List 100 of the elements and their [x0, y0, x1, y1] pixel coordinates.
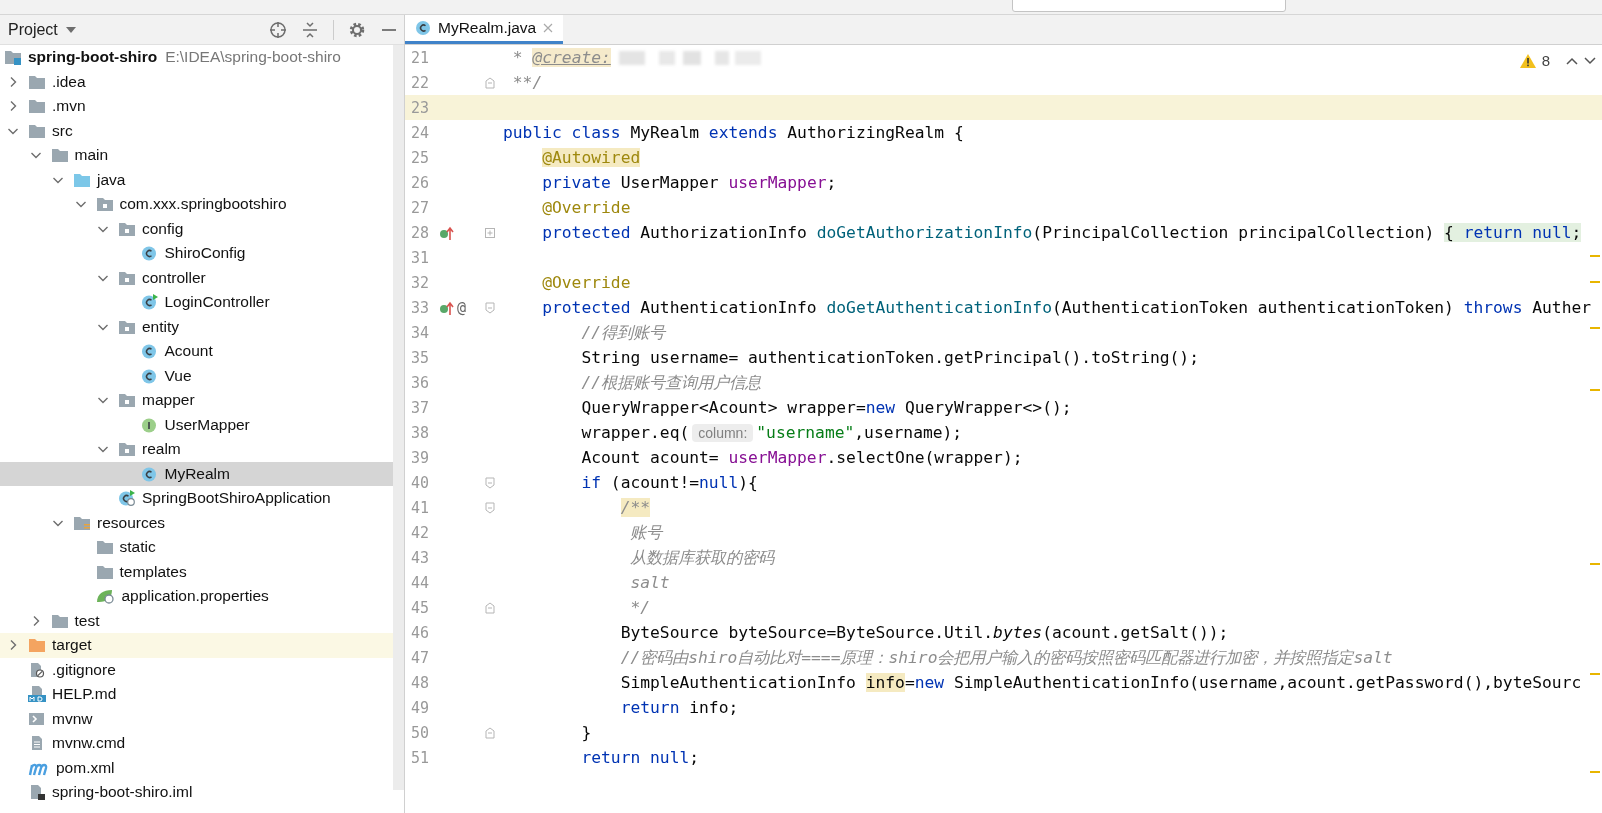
- tree-row[interactable]: java: [0, 167, 393, 192]
- code-line: */: [629, 598, 651, 617]
- scrollbar[interactable]: [393, 45, 404, 790]
- tree-row[interactable]: SpringBootShiroApplication: [0, 486, 393, 511]
- leaf-gear-icon: [95, 588, 116, 605]
- code-line: 从数据库获取的密码: [629, 546, 775, 569]
- fold-marker-icon[interactable]: [485, 76, 495, 89]
- folder-icon: [95, 563, 114, 580]
- tree-row[interactable]: HELP.md: [0, 682, 393, 707]
- code-line: **/: [511, 73, 543, 92]
- tree-item-label: target: [52, 636, 92, 655]
- tree-item-label: src: [52, 121, 73, 140]
- tree-row[interactable]: spring-boot-shiro.iml: [0, 780, 393, 805]
- package-icon: [118, 441, 136, 458]
- tree-row[interactable]: entity: [0, 314, 393, 339]
- tree-item-label: entity: [142, 317, 180, 336]
- tree-row[interactable]: Vue: [0, 363, 393, 388]
- warning-icon[interactable]: [1519, 53, 1536, 68]
- tree-row[interactable]: test: [0, 608, 393, 633]
- tree-row[interactable]: com.xxx.springbootshiro: [0, 192, 393, 217]
- tree-row[interactable]: Acount: [0, 339, 393, 364]
- line-number: 36: [410, 373, 431, 392]
- tree-item-label: SpringBootShiroApplication: [142, 489, 331, 508]
- tree-item-label: templates: [119, 562, 187, 581]
- tree-row[interactable]: controller: [0, 265, 393, 290]
- chevron-up-icon[interactable]: [1566, 56, 1578, 65]
- fold-marker-icon[interactable]: [485, 476, 495, 489]
- tree-item-label: Vue: [164, 366, 192, 385]
- tree-item-label: ShiroConfig: [164, 244, 246, 263]
- tree-row[interactable]: resources: [0, 510, 393, 535]
- line-number: 34: [410, 323, 431, 342]
- code-line: public class MyRealm extends AuthorizingRealm {: [503, 123, 964, 142]
- tree-row[interactable]: UserMapper: [0, 412, 393, 437]
- code-line: String username= authenticationToken.getPrincipal().toString();: [580, 348, 1199, 367]
- code-line: //密码由shiro自动比对====原理：shiro会把用户输入的密码按照密码匹配器进行加密，并按照指定salt: [619, 646, 1393, 669]
- class-icon: [415, 20, 431, 36]
- code-line: * @create:: [503, 47, 771, 68]
- code-line: wrapper.eq( column: "username",username);: [580, 423, 963, 442]
- line-number: 37: [410, 398, 431, 417]
- terminal-file-icon: [28, 710, 46, 727]
- code-line: 账号: [629, 521, 663, 544]
- tree-row[interactable]: .mvn: [0, 94, 393, 119]
- tab-label: MyRealm.java: [438, 19, 537, 37]
- line-number: 26: [410, 173, 431, 192]
- tree-row[interactable]: target: [0, 633, 393, 658]
- line-number: 47: [410, 648, 431, 667]
- line-number: 42: [410, 523, 431, 542]
- line-number: 48: [410, 673, 431, 692]
- gutter-mark[interactable]: @: [457, 298, 467, 317]
- run-config-field[interactable]: [1012, 0, 1286, 12]
- code-line: QueryWrapper<Acount> wrapper=new QueryWrapper<>();: [580, 398, 1072, 417]
- tree-row[interactable]: MyRealm: [0, 461, 393, 486]
- line-number: 22: [410, 73, 431, 92]
- line-number: 27: [410, 198, 431, 217]
- tree-row[interactable]: realm: [0, 437, 393, 462]
- override-icon[interactable]: [439, 224, 455, 241]
- line-number: 39: [410, 448, 431, 467]
- tree-row[interactable]: pom.xml: [0, 755, 393, 780]
- tree-row[interactable]: mvnw.cmd: [0, 731, 393, 756]
- tree-row[interactable]: ShiroConfig: [0, 241, 393, 266]
- override-icon[interactable]: [439, 299, 455, 316]
- tree-row[interactable]: LoginController: [0, 290, 393, 315]
- expand-fold-icon[interactable]: [485, 227, 495, 238]
- package-icon: [118, 269, 136, 286]
- package-icon: [95, 196, 114, 213]
- tree-row[interactable]: templates: [0, 559, 393, 584]
- close-icon[interactable]: [543, 23, 554, 33]
- tree-item-label: application.properties: [121, 587, 269, 606]
- project-view-dropdown[interactable]: Project: [4, 18, 80, 41]
- fold-marker-icon[interactable]: [485, 726, 495, 739]
- code-line: @Override: [541, 273, 631, 292]
- package-icon: [118, 392, 136, 409]
- tree-item-label: UserMapper: [164, 415, 250, 434]
- chevron-down-icon[interactable]: [1584, 56, 1596, 65]
- tree-item-label: realm: [142, 440, 181, 459]
- tree-row[interactable]: main: [0, 143, 393, 168]
- class-icon: [118, 490, 136, 507]
- editor-tab[interactable]: MyRealm.java: [405, 15, 564, 44]
- fold-marker-icon[interactable]: [485, 301, 495, 314]
- tree-row[interactable]: config: [0, 216, 393, 241]
- tree-item-label: spring-boot-shiro: [28, 48, 158, 67]
- tree-row[interactable]: mapper: [0, 388, 393, 413]
- fold-marker-icon[interactable]: [485, 601, 495, 614]
- tree-row[interactable]: .gitignore: [0, 657, 393, 682]
- tree-row[interactable]: static: [0, 535, 393, 560]
- tree-row[interactable]: .idea: [0, 69, 393, 94]
- fold-marker-icon[interactable]: [485, 501, 495, 514]
- collapse-all-icon[interactable]: [301, 20, 319, 39]
- tree-row[interactable]: mvnw: [0, 706, 393, 731]
- folder-icon: [28, 98, 46, 115]
- settings-icon[interactable]: [348, 20, 366, 39]
- code-line: //根据账号查询用户信息: [580, 371, 762, 394]
- line-number: 24: [410, 123, 431, 142]
- tree-row[interactable]: src: [0, 118, 393, 143]
- code-line: if (acount!=null){: [580, 473, 758, 492]
- tree-row[interactable]: application.properties: [0, 584, 393, 609]
- line-number: 41: [410, 498, 431, 517]
- code-line: ByteSource byteSource=ByteSource.Util.bytes(acount.getSalt());: [619, 623, 1229, 642]
- tree-row[interactable]: spring-boot-shiro E:\IDEA\spring-boot-shiro: [0, 45, 393, 70]
- crosshair-icon[interactable]: [269, 20, 287, 39]
